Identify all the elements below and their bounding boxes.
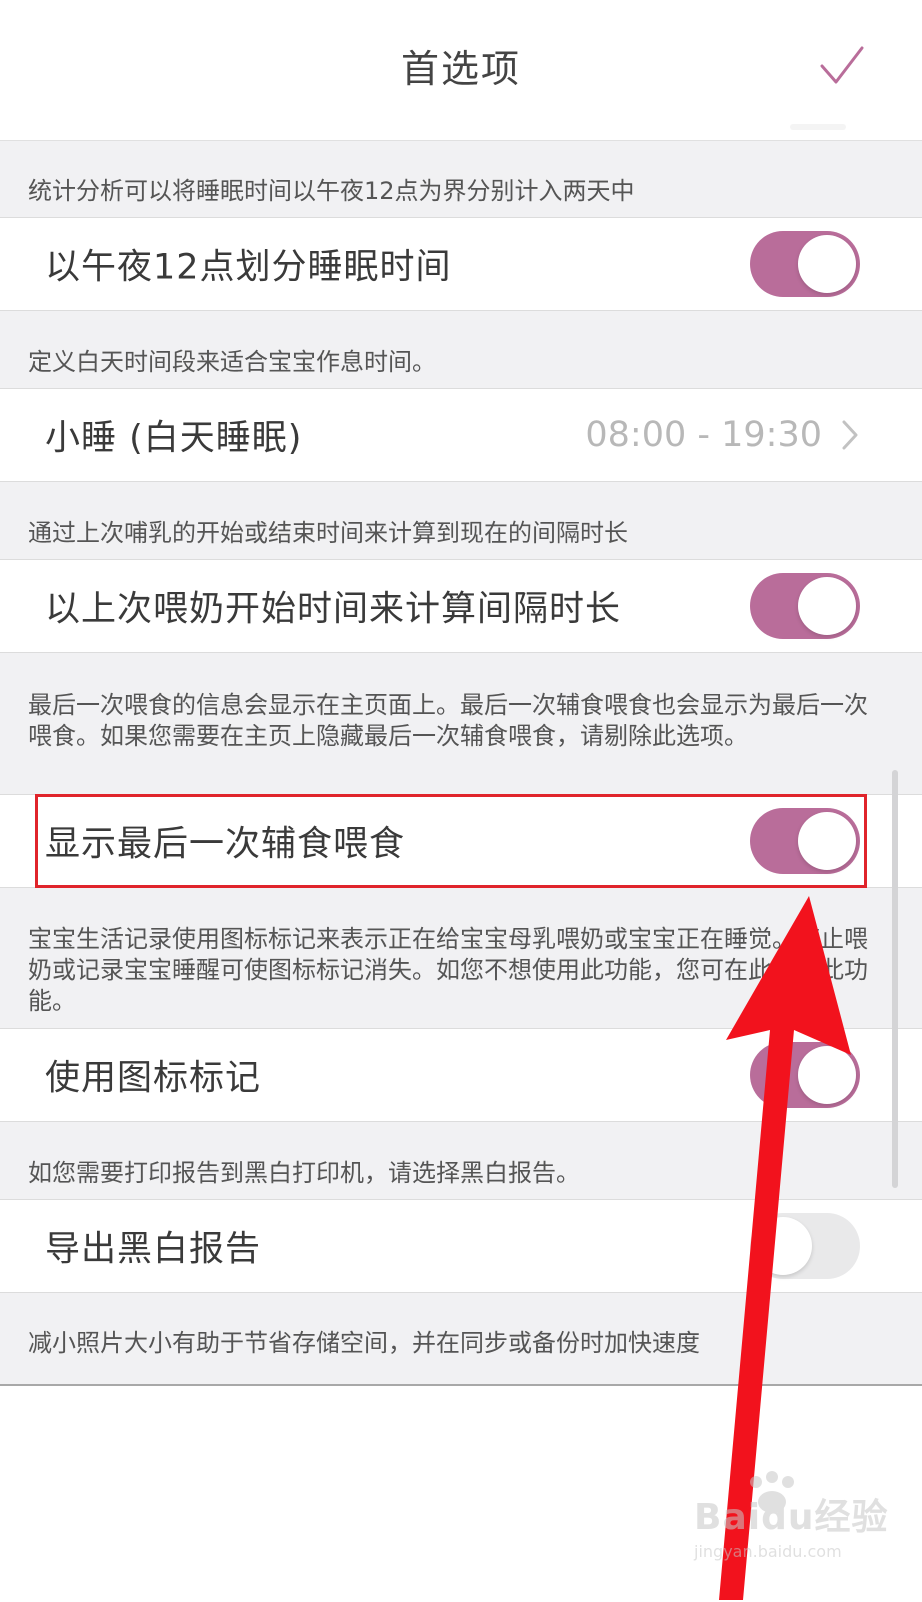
section-description: 宝宝生活记录使用图标标记来表示正在给宝宝母乳喂奶或宝宝正在睡觉。停止喂奶或记录宝… (28, 925, 868, 1015)
section-description: 统计分析可以将睡眠时间以午夜12点为界分别计入两天中 (28, 177, 635, 205)
section-description: 定义白天时间段来适合宝宝作息时间。 (28, 348, 436, 376)
section-description: 通过上次哺乳的开始或结束时间来计算到现在的间隔时长 (28, 519, 628, 547)
section-description: 减小照片大小有助于节省存储空间，并在同步或备份时加快速度 (28, 1329, 700, 1357)
row-label: 导出黑白报告 (45, 1229, 262, 1270)
feeding-interval-toggle[interactable] (750, 573, 860, 639)
checkmark-icon (820, 46, 864, 84)
section-description: 如您需要打印报告到黑白打印机，请选择黑白报告。 (28, 1159, 580, 1187)
scrollbar[interactable] (892, 770, 898, 1188)
navigation-bar: 首选项 (0, 0, 922, 141)
chevron-right-icon (842, 420, 858, 450)
row-label: 显示最后一次辅食喂食 (45, 824, 406, 865)
bw-report-toggle[interactable] (750, 1213, 860, 1279)
row-label: 以午夜12点划分睡眠时间 (45, 247, 452, 288)
done-button[interactable] (812, 38, 872, 98)
toggle-knob (798, 577, 856, 635)
bw-report-row: 导出黑白报告 (0, 1199, 922, 1293)
icon-marker-row: 使用图标标记 (0, 1028, 922, 1122)
blank-area (0, 1384, 922, 1602)
toggle-knob (798, 1046, 856, 1104)
toggle-knob (754, 1217, 812, 1275)
toggle-knob (798, 235, 856, 293)
previous-toggle-edge (790, 124, 846, 130)
page-title: 首选项 (400, 47, 521, 91)
nap-time-row[interactable]: 小睡 (白天睡眠) 08:00 - 19:30 (0, 388, 922, 482)
icon-marker-toggle[interactable] (750, 1042, 860, 1108)
last-solid-feeding-row: 显示最后一次辅食喂食 (0, 794, 922, 888)
row-label: 小睡 (白天睡眠) (45, 418, 303, 459)
section-description: 最后一次喂食的信息会显示在主页面上。最后一次辅食喂食也会显示为最后一次喂食。如果… (28, 691, 868, 750)
row-label: 以上次喂奶开始时间来计算间隔时长 (45, 589, 622, 630)
nap-time-value: 08:00 - 19:30 (585, 415, 822, 455)
last-solid-feeding-toggle[interactable] (750, 808, 860, 874)
toggle-knob (798, 812, 856, 870)
feeding-interval-row: 以上次喂奶开始时间来计算间隔时长 (0, 559, 922, 653)
midnight-split-row: 以午夜12点划分睡眠时间 (0, 217, 922, 311)
row-label: 使用图标标记 (45, 1058, 262, 1099)
midnight-split-toggle[interactable] (750, 231, 860, 297)
